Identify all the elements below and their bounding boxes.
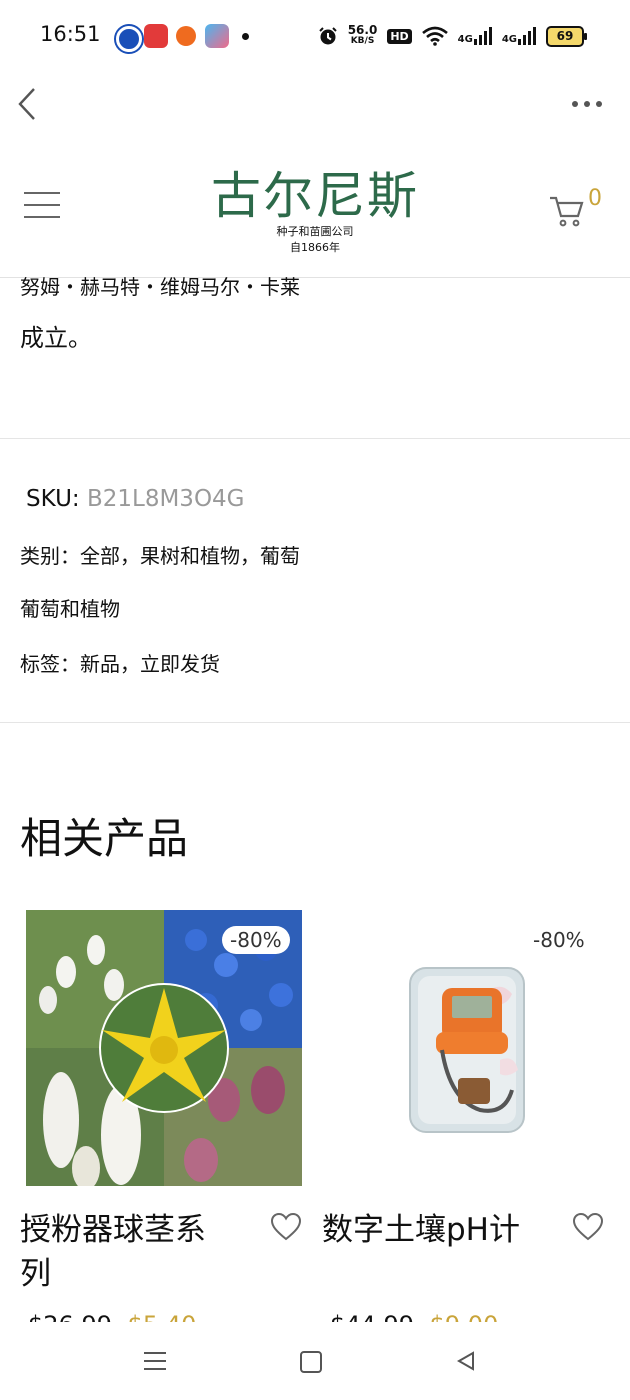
more-options-icon[interactable]	[572, 96, 606, 112]
sku-value: B21L8M3O4G	[86, 486, 245, 512]
status-bar: 16:51 56.0 KB/S HD 4G 4G 69	[0, 0, 630, 72]
sku: SKU: B21L8M3O4G	[26, 486, 245, 512]
speed-value: 56.0	[347, 23, 378, 37]
app-notification-icon	[116, 26, 142, 52]
map-app-icon	[205, 24, 229, 48]
cart-icon[interactable]	[548, 192, 584, 228]
signal-1-icon: 4G	[458, 27, 492, 45]
section-divider	[0, 722, 630, 723]
wishlist-heart-icon[interactable]	[572, 1212, 604, 1242]
alarm-icon	[318, 27, 337, 45]
shopping-app-icon	[176, 26, 196, 46]
logo-subtitle: 种子和苗圃公司	[276, 225, 354, 238]
status-time: 16:51	[40, 22, 101, 46]
status-indicators: 56.0 KB/S HD 4G 4G 69	[318, 22, 587, 50]
related-products-title: 相关产品	[20, 814, 189, 863]
battery-icon: 69	[546, 25, 587, 47]
section-divider	[0, 438, 630, 439]
categories-line-2[interactable]: 葡萄和植物	[20, 593, 120, 622]
tags[interactable]: 标签：新品，立即发货	[20, 648, 220, 677]
more-notifications-icon	[242, 33, 249, 40]
signal-2-icon: 4G	[502, 27, 536, 45]
discount-badge: -80%	[533, 928, 585, 952]
battery-level: 69	[556, 28, 574, 43]
back-icon[interactable]	[14, 86, 48, 122]
description-line-2: 成立。	[20, 324, 92, 352]
logo-title: 古尔尼斯	[211, 167, 419, 225]
recent-apps-icon[interactable]	[144, 1352, 166, 1376]
wifi-icon	[421, 26, 448, 46]
logo-since: 自1866年	[290, 241, 340, 254]
store-logo[interactable]: 古尔尼斯 种子和苗圃公司 自1866年	[0, 168, 630, 256]
wishlist-heart-icon[interactable]	[270, 1212, 302, 1242]
product-name-2[interactable]: 数字土壤pH计	[322, 1208, 562, 1252]
product-name-1[interactable]: 授粉器球茎系 列	[20, 1208, 260, 1296]
categories-line-1[interactable]: 类别：全部，果树和植物，葡萄	[20, 540, 300, 569]
cart-count: 0	[588, 186, 602, 211]
network-speed: 56.0 KB/S	[347, 23, 378, 47]
description-line-1: 努姆・赫马特・维姆马尔・卡莱	[20, 275, 300, 299]
hd-icon: HD	[387, 28, 412, 44]
speed-unit: KB/S	[350, 36, 375, 46]
system-nav-bar	[0, 1322, 630, 1400]
nav-back-icon[interactable]	[455, 1350, 477, 1372]
home-icon[interactable]	[300, 1351, 322, 1373]
sku-label: SKU:	[26, 486, 80, 512]
discount-badge: -80%	[222, 926, 290, 954]
news-app-icon	[144, 24, 168, 48]
